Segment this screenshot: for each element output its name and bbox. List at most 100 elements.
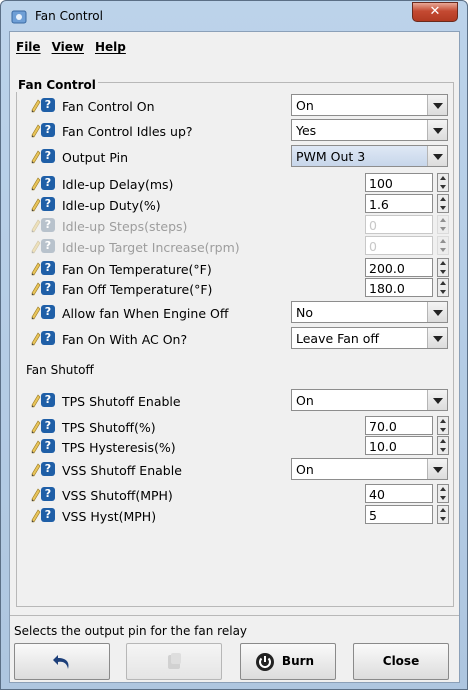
vss-hyst-mph-input[interactable]: 5 [365, 505, 433, 524]
spinner-arrows[interactable] [437, 236, 449, 255]
setting-label: VSS Shutoff Enable [62, 463, 182, 478]
menu-view[interactable]: View [52, 40, 84, 60]
pencil-icon [31, 440, 41, 454]
setting-row-fan-control-idles-up: ? Fan Control Idles up? Yes [17, 119, 455, 143]
pencil-icon [31, 509, 41, 523]
window-close-button[interactable]: ✕ [412, 2, 458, 22]
vss-shutoff-enable-dropdown[interactable]: On [291, 458, 448, 480]
tps-shutoff-input[interactable]: 70.0 [365, 416, 433, 435]
setting-row-idle-up-target-increase-rpm: ? Idle-up Target Increase(rpm) 0 [17, 235, 455, 259]
chevron-down-icon[interactable] [427, 95, 447, 115]
fan-control-window: Fan Control ✕ File View Help ? Fan Contro… [0, 0, 468, 690]
pencil-icon [31, 394, 41, 408]
dropdown-value: No [296, 305, 313, 320]
close-button-label: Close [382, 654, 420, 668]
chevron-down-icon[interactable] [427, 459, 447, 479]
help-icon[interactable]: ? [41, 508, 55, 522]
spinner-arrows[interactable] [437, 173, 449, 192]
help-icon[interactable]: ? [41, 305, 55, 319]
setting-label: Fan On With AC On? [62, 332, 188, 347]
dropdown-value: On [296, 98, 314, 113]
setting-row-vss-shutoff-enable: ? VSS Shutoff Enable On [17, 458, 455, 482]
input-value: 0 [369, 239, 377, 254]
chevron-down-icon[interactable] [427, 302, 447, 322]
setting-label: Output Pin [62, 150, 129, 165]
window-title: Fan Control [35, 9, 103, 23]
help-icon[interactable]: ? [41, 239, 55, 253]
pencil-icon [31, 124, 41, 138]
pencil-icon [31, 99, 41, 113]
setting-label: Idle-up Steps(steps) [62, 219, 188, 234]
input-value: 70.0 [369, 419, 397, 434]
allow-fan-when-engine-off-dropdown[interactable]: No [291, 301, 448, 323]
spinner-arrows[interactable] [437, 484, 449, 503]
chevron-down-icon[interactable] [427, 146, 447, 166]
input-value: 100 [369, 176, 393, 191]
redo-button[interactable] [126, 643, 222, 680]
button-bar: Burn Close [10, 635, 459, 680]
help-icon[interactable]: ? [41, 218, 55, 232]
help-icon[interactable]: ? [41, 98, 55, 112]
fan-control-on-dropdown[interactable]: On [291, 94, 448, 116]
pencil-icon [31, 219, 41, 233]
setting-label: Fan On Temperature(°F) [62, 262, 212, 277]
spinner-arrows[interactable] [437, 258, 449, 277]
vss-shutoff-mph-input[interactable]: 40 [365, 484, 433, 503]
help-icon[interactable]: ? [41, 462, 55, 476]
close-button[interactable]: Close [353, 643, 449, 680]
setting-row-allow-fan-when-engine-off: ? Allow fan When Engine Off No [17, 301, 455, 325]
spinner-arrows[interactable] [437, 278, 449, 297]
idle-up-duty-input[interactable]: 1.6 [365, 194, 433, 213]
spinner-arrows[interactable] [437, 215, 449, 234]
help-icon[interactable]: ? [41, 176, 55, 190]
spinner-arrows[interactable] [437, 436, 449, 455]
chevron-down-icon[interactable] [427, 120, 447, 140]
menu-help[interactable]: Help [95, 40, 126, 60]
spinner-arrows[interactable] [437, 194, 449, 213]
menu-file[interactable]: File [16, 40, 41, 60]
input-value: 5 [369, 508, 377, 523]
help-icon[interactable]: ? [41, 439, 55, 453]
input-value: 40 [369, 487, 385, 502]
setting-label: Idle-up Duty(%) [62, 198, 161, 213]
tps-shutoff-enable-dropdown[interactable]: On [291, 389, 448, 411]
pencil-icon [31, 198, 41, 212]
undo-button[interactable] [14, 643, 110, 680]
help-icon[interactable]: ? [41, 419, 55, 433]
help-icon[interactable]: ? [41, 197, 55, 211]
fan-on-with-ac-on-dropdown[interactable]: Leave Fan off [291, 327, 448, 349]
help-icon[interactable]: ? [41, 393, 55, 407]
output-pin-dropdown[interactable]: PWM Out 3 [291, 145, 448, 167]
setting-label: TPS Shutoff(%) [62, 420, 156, 435]
tps-hysteresis-input[interactable]: 10.0 [365, 436, 433, 455]
burn-button[interactable]: Burn [240, 643, 336, 680]
help-icon[interactable]: ? [41, 281, 55, 295]
pencil-icon [31, 177, 41, 191]
spinner-arrows[interactable] [437, 416, 449, 435]
idle-up-delay-ms-input[interactable]: 100 [365, 173, 433, 192]
chevron-down-icon[interactable] [427, 390, 447, 410]
fan-off-temperature-f-input[interactable]: 180.0 [365, 278, 433, 297]
setting-row-fan-control-on: ? Fan Control On On [17, 94, 455, 118]
idle-up-target-increase-rpm-input[interactable]: 0 [365, 236, 433, 255]
burn-button-label: Burn [281, 654, 315, 668]
dropdown-value: Yes [296, 123, 317, 138]
help-icon[interactable]: ? [41, 123, 55, 137]
input-value: 180.0 [369, 281, 405, 296]
dropdown-value: On [296, 462, 314, 477]
idle-up-steps-steps-input[interactable]: 0 [365, 215, 433, 234]
help-icon[interactable]: ? [41, 487, 55, 501]
chevron-down-icon[interactable] [427, 328, 447, 348]
setting-label: Fan Off Temperature(°F) [62, 282, 213, 297]
setting-label: Fan Control Idles up? [62, 124, 193, 139]
help-icon[interactable]: ? [41, 331, 55, 345]
input-value: 200.0 [369, 261, 405, 276]
setting-row-tps-shutoff-enable: ? TPS Shutoff Enable On [17, 389, 455, 413]
fan-control-idles-up-dropdown[interactable]: Yes [291, 119, 448, 141]
help-icon[interactable]: ? [41, 261, 55, 275]
fan-on-temperature-f-input[interactable]: 200.0 [365, 258, 433, 277]
help-icon[interactable]: ? [41, 149, 55, 163]
dropdown-value: Leave Fan off [296, 331, 380, 346]
panel-title: Fan Control [16, 78, 98, 92]
spinner-arrows[interactable] [437, 505, 449, 524]
